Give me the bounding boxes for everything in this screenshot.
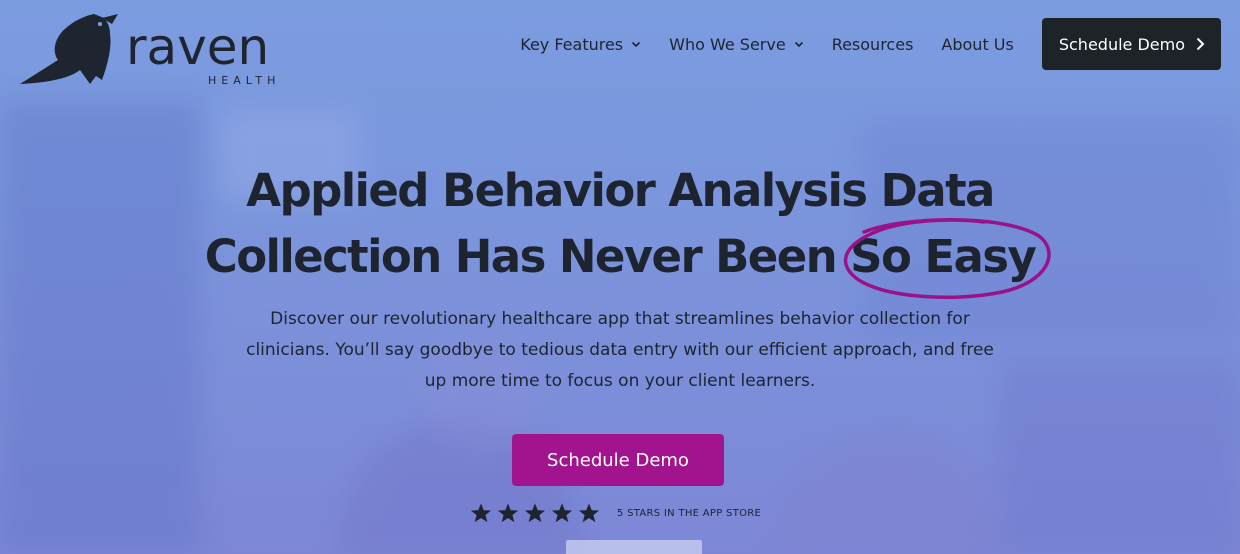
main-nav: Key Features Who We Serve Resources Abou… — [520, 18, 1222, 70]
hero-title-highlight: So Easy — [844, 218, 1051, 299]
hero-section: Applied Behavior Analysis Data Collectio… — [0, 158, 1240, 397]
nav-who-we-serve-label: Who We Serve — [669, 34, 786, 54]
raven-bird-icon — [20, 14, 118, 84]
nav-resources[interactable]: Resources — [832, 35, 914, 54]
hero-schedule-demo-label: Schedule Demo — [547, 449, 689, 471]
star-icon — [551, 503, 573, 523]
star-icon — [578, 503, 600, 523]
chevron-down-icon — [632, 41, 641, 48]
app-store-rating: 5 STARS IN THE APP STORE — [470, 500, 761, 526]
chevron-down-icon — [794, 41, 803, 48]
site-header: raven HEALTH Key Features Who We Serve R… — [0, 0, 1240, 96]
brand-wordmark: raven — [126, 18, 270, 76]
nav-key-features[interactable]: Key Features — [520, 35, 641, 54]
header-schedule-demo-label: Schedule Demo — [1058, 34, 1185, 54]
star-icon — [524, 503, 546, 523]
star-icon — [497, 503, 519, 523]
chevron-right-icon — [1196, 37, 1205, 51]
rating-caption: 5 STARS IN THE APP STORE — [617, 507, 762, 519]
nav-resources-label: Resources — [831, 34, 914, 54]
raven-health-logo[interactable]: raven HEALTH — [18, 10, 298, 90]
hero-highlight-text: So Easy — [850, 230, 1037, 283]
hero-title-line1: Applied Behavior Analysis Data — [246, 164, 995, 217]
next-section-peek — [566, 540, 702, 554]
brand-subtitle: HEALTH — [208, 74, 281, 87]
hero-title-line2: Collection Has Never Been — [204, 230, 851, 283]
nav-about-us[interactable]: About Us — [941, 35, 1013, 54]
header-schedule-demo-button[interactable]: Schedule Demo — [1041, 18, 1221, 70]
nav-key-features-label: Key Features — [520, 34, 624, 54]
hero-schedule-demo-button[interactable]: Schedule Demo — [512, 434, 724, 486]
hero-title: Applied Behavior Analysis Data Collectio… — [0, 158, 1240, 299]
hero-description: Discover our revolutionary healthcare ap… — [246, 309, 994, 391]
nav-who-we-serve[interactable]: Who We Serve — [669, 35, 804, 54]
star-icon — [470, 503, 492, 523]
nav-about-us-label: About Us — [941, 34, 1014, 54]
